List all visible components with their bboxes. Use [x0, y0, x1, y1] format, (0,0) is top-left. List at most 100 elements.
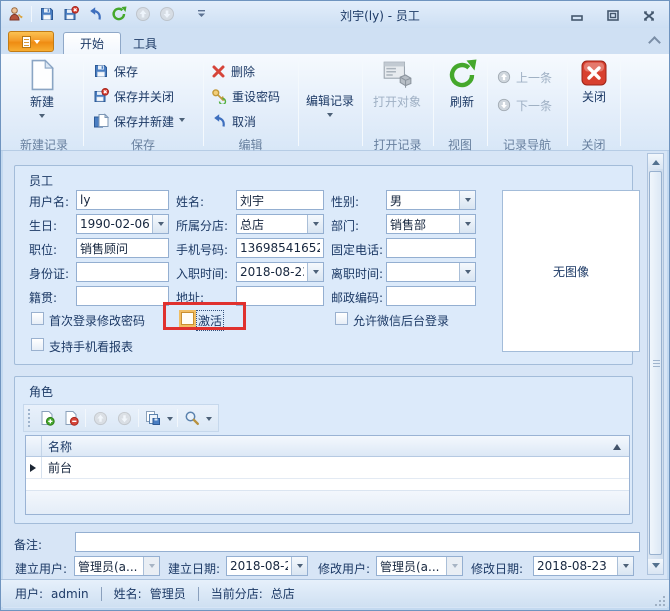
roles-table-header[interactable]: 名称 — [26, 436, 629, 457]
tab-tools[interactable]: 工具 — [117, 32, 173, 54]
gender-combo[interactable] — [386, 190, 476, 210]
close-form-button[interactable]: 关闭 — [569, 60, 619, 105]
table-row[interactable]: 前台 — [26, 457, 629, 479]
chevron-down-icon — [143, 557, 159, 575]
allow-wechat-backend-login-checkbox[interactable] — [335, 312, 348, 325]
modified-by-combo[interactable] — [376, 556, 463, 576]
refresh-icon — [446, 59, 478, 91]
address-input[interactable] — [236, 286, 324, 306]
branch-combo[interactable] — [236, 214, 324, 234]
close-button[interactable] — [639, 8, 659, 23]
position-input[interactable] — [76, 238, 169, 258]
field-label-native-place: 籍贯: — [29, 289, 57, 306]
maximize-button[interactable] — [603, 8, 623, 23]
created-date-combo[interactable] — [226, 556, 308, 576]
open-object-button-label: 打开对象 — [373, 93, 421, 110]
department-combo[interactable] — [386, 214, 476, 234]
add-role-button[interactable] — [37, 408, 57, 428]
qat-save-button[interactable] — [38, 5, 56, 23]
scroll-up-button[interactable] — [648, 154, 663, 169]
remove-role-button[interactable] — [61, 408, 81, 428]
save-new-button-label: 保存并新建 — [114, 113, 174, 130]
row-indicator-header — [26, 436, 42, 456]
new-button[interactable]: 新建 — [11, 59, 73, 121]
move-up-button — [90, 408, 110, 428]
save-new-button[interactable]: 保存并新建 — [93, 110, 185, 132]
remark-input[interactable] — [75, 532, 640, 552]
status-name-label: 姓名: — [114, 585, 142, 602]
chevron-down-icon[interactable] — [459, 215, 475, 233]
postcode-input[interactable] — [386, 286, 476, 306]
new-page-icon — [29, 59, 55, 91]
chevron-down-icon[interactable] — [617, 557, 633, 575]
save-close-button[interactable]: 保存并关闭 — [93, 85, 174, 107]
sort-ascending-icon — [613, 440, 621, 450]
allow-wechat-backend-login-label[interactable]: 允许微信后台登录 — [353, 312, 449, 329]
triangle-up-icon — [652, 156, 660, 165]
support-mobile-report-label[interactable]: 支持手机看报表 — [49, 338, 133, 355]
refresh-button[interactable]: 刷新 — [438, 59, 486, 110]
vertical-scrollbar[interactable] — [647, 153, 664, 575]
search-button[interactable] — [182, 408, 202, 428]
landline-input[interactable] — [386, 238, 476, 258]
column-header-name[interactable]: 名称 — [48, 438, 72, 455]
field-label-birthday: 生日: — [29, 217, 57, 234]
edit-record-button[interactable]: 编辑记录 — [299, 90, 361, 120]
created-by-label: 建立用户: — [15, 560, 67, 577]
support-mobile-report-checkbox[interactable] — [31, 338, 44, 351]
qat-next-button — [158, 5, 176, 23]
scrollbar-thumb[interactable] — [649, 171, 662, 555]
quick-access-toolbar — [7, 5, 210, 23]
tab-home[interactable]: 开始 — [63, 32, 121, 54]
modified-date-label: 修改日期: — [471, 560, 523, 577]
chevron-down-icon[interactable] — [307, 215, 323, 233]
export-button[interactable] — [143, 408, 163, 428]
hire-date-combo[interactable] — [236, 262, 324, 282]
chevron-down-icon[interactable] — [167, 417, 173, 424]
employee-group-box: 员工 用户名: 姓名: 性别: 生日: 所属分店: 部门: 职位: 手机号码: … — [14, 165, 633, 365]
resize-grip[interactable] — [653, 594, 665, 606]
group-caption-nav: 记录导航 — [487, 136, 567, 153]
birthday-combo[interactable] — [76, 214, 169, 234]
cancel-button[interactable]: 取消 — [211, 110, 256, 132]
native-place-input[interactable] — [76, 286, 169, 306]
username-input[interactable] — [76, 190, 169, 210]
name-input[interactable] — [236, 190, 324, 210]
employee-photo-placeholder[interactable]: 无图像 — [502, 190, 640, 352]
idcard-input[interactable] — [76, 262, 169, 282]
chevron-down-icon[interactable] — [307, 263, 323, 281]
field-label-idcard: 身份证: — [29, 265, 69, 282]
chevron-down-icon[interactable] — [206, 417, 212, 424]
first-login-change-password-label[interactable]: 首次登录修改密码 — [49, 312, 145, 329]
qat-save-close-button[interactable] — [62, 5, 80, 23]
qat-undo-button[interactable] — [86, 5, 104, 23]
first-login-change-password-checkbox[interactable] — [31, 312, 44, 325]
toolbar-grip[interactable] — [28, 409, 31, 427]
roles-table: 名称 前台 — [25, 435, 630, 515]
chevron-down-icon[interactable] — [152, 215, 168, 233]
status-branch-value: 总店 — [271, 585, 295, 602]
reset-password-button[interactable]: 重设密码 — [211, 85, 280, 107]
created-by-combo[interactable] — [74, 556, 160, 576]
role-name-cell[interactable]: 前台 — [42, 457, 629, 478]
save-button[interactable]: 保存 — [93, 60, 138, 82]
field-label-name: 姓名: — [176, 193, 204, 210]
chevron-down-icon[interactable] — [459, 191, 475, 209]
app-user-icon — [7, 5, 25, 23]
chevron-down-icon[interactable] — [459, 263, 475, 281]
application-menu-button[interactable] — [8, 31, 54, 52]
delete-button[interactable]: 删除 — [211, 60, 255, 82]
field-label-mobile: 手机号码: — [176, 241, 228, 258]
group-caption-save: 保存 — [83, 136, 203, 153]
current-row-arrow-icon — [30, 464, 40, 472]
qat-refresh-button[interactable] — [110, 5, 128, 23]
group-caption-view: 视图 — [433, 136, 487, 153]
collapse-ribbon-icon[interactable] — [650, 37, 659, 42]
scroll-down-button[interactable] — [648, 559, 663, 574]
status-separator — [101, 587, 102, 601]
mobile-input[interactable] — [236, 238, 324, 258]
modified-date-combo[interactable] — [533, 556, 634, 576]
minimize-button[interactable] — [567, 8, 587, 23]
leave-date-combo[interactable] — [386, 262, 476, 282]
chevron-down-icon[interactable] — [291, 557, 307, 575]
